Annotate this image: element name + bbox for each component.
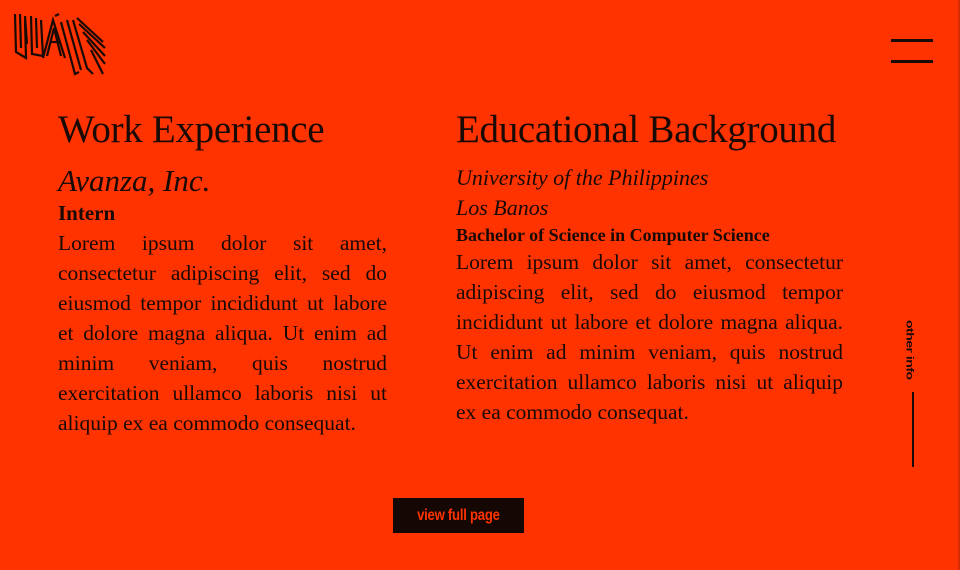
- menu-line-bottom: [891, 60, 933, 63]
- educational-background-title: Educational Background: [456, 108, 837, 151]
- company-name: Avanza, Inc.: [58, 163, 211, 198]
- school-name-line1: University of the Philippines: [456, 165, 709, 190]
- work-experience-section: Work Experience Avanza, Inc. Intern Lore…: [58, 105, 387, 438]
- wam-logo-icon[interactable]: [13, 12, 107, 78]
- other-info-line: [912, 392, 914, 467]
- educational-background-section: Educational Background University of the…: [456, 105, 843, 427]
- work-experience-title: Work Experience: [58, 108, 325, 151]
- school-name-line2: Los Banos: [456, 195, 549, 220]
- other-info-label: other info: [904, 320, 916, 380]
- menu-line-top: [891, 39, 933, 42]
- view-full-page-label: view full page: [417, 507, 500, 524]
- work-description: Lorem ipsum dolor sit amet, consectetur …: [58, 231, 387, 435]
- degree-name: Bachelor of Science in Computer Science: [456, 225, 770, 245]
- hamburger-menu-icon[interactable]: [891, 37, 933, 65]
- other-info-link[interactable]: other info: [904, 320, 924, 470]
- school-name: University of the Philippines Los Banos: [456, 163, 843, 223]
- job-role: Intern: [58, 201, 116, 225]
- education-description: Lorem ipsum dolor sit amet, consectetur …: [456, 250, 843, 424]
- view-full-page-button[interactable]: view full page: [393, 498, 524, 533]
